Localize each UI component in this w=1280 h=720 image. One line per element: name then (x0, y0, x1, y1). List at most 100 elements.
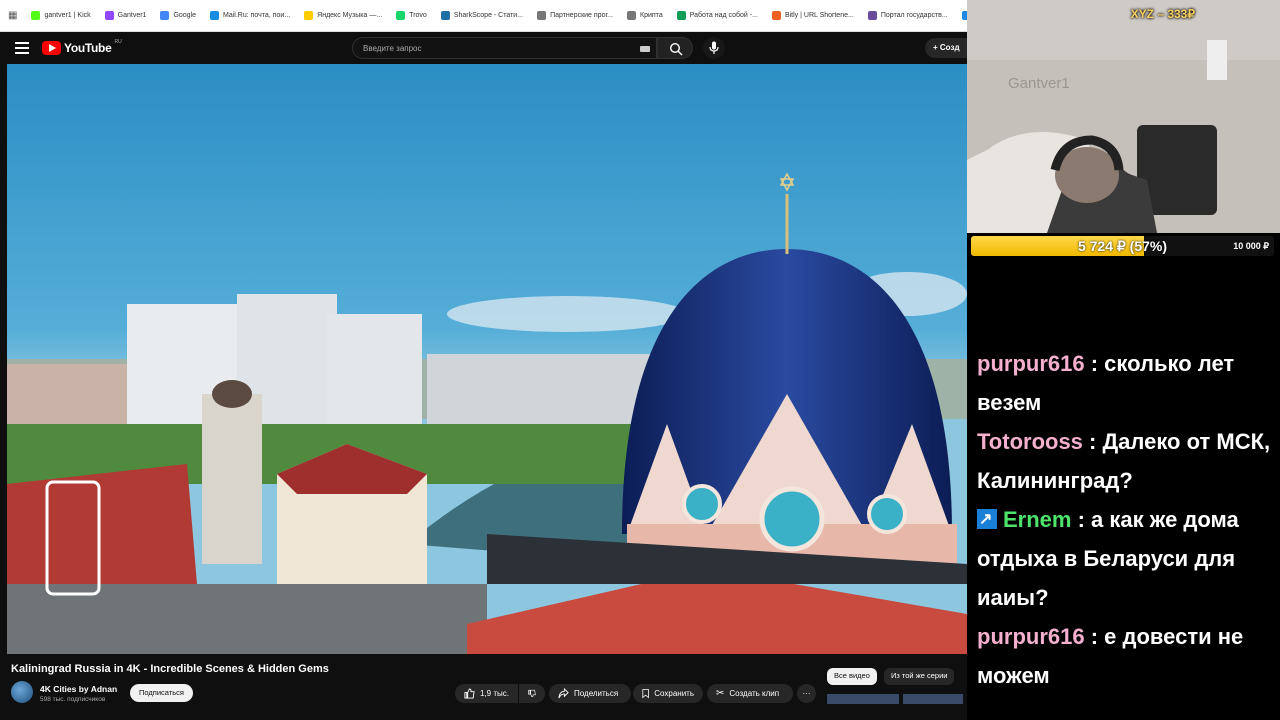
bookmark-label: Крипта (640, 12, 663, 19)
bookmark-item[interactable]: Bitly | URL Shortene... (771, 11, 854, 20)
channel-name[interactable]: 4K Cities by Adnan (40, 684, 117, 694)
bookmark-item[interactable]: Яндекс Музыка —... (304, 11, 382, 20)
more-actions-icon[interactable]: ··· (797, 684, 816, 703)
hamburger-menu-icon[interactable] (15, 42, 29, 54)
clip-label: Создать клип (729, 689, 780, 698)
bookmark-favicon-icon (304, 11, 314, 20)
video-player[interactable] (7, 64, 967, 654)
chip-same-series[interactable]: Из той же серии (884, 668, 955, 685)
webcam-scene (967, 0, 1280, 233)
bookmark-favicon-icon (104, 11, 114, 20)
voice-search-button[interactable] (703, 37, 725, 59)
youtube-logo-text: YouTube (64, 41, 112, 55)
donation-goal-current: 5 724 ₽ (57%) (1077, 238, 1168, 254)
microphone-icon (709, 41, 719, 54)
chat-message: purpur616 : е довести не можем (977, 617, 1280, 695)
chat-separator: : (1082, 429, 1103, 454)
chip-all-videos[interactable]: Все видео (827, 668, 877, 685)
bookmark-label: Яндекс Музыка —... (317, 12, 383, 19)
bookmark-favicon-icon (771, 11, 781, 20)
chat-separator: : (1071, 507, 1092, 532)
thumbs-down-icon (528, 689, 536, 698)
bookmark-favicon-icon (627, 11, 637, 20)
bookmark-item[interactable]: Крипта (627, 11, 663, 20)
bookmark-item[interactable]: Партнерские прог... (537, 11, 613, 20)
create-button[interactable]: + Созд (925, 38, 967, 58)
bookmark-label: Партнерские прог... (550, 12, 614, 19)
stream-overlay: Gantver1 XYZ – 333₽ 5 724 ₽ (57%) 10 000… (967, 0, 1280, 720)
bookmark-favicon-icon (867, 11, 877, 20)
bookmark-item[interactable]: Портал государств... (867, 11, 948, 20)
recommended-thumbnail[interactable] (827, 694, 899, 704)
bookmark-favicon-icon (440, 11, 450, 20)
search-icon (669, 42, 683, 56)
subscriber-count: 598 тыс. подписчиков (40, 696, 106, 703)
bookmark-label: Работа над собой -... (689, 12, 758, 19)
bookmark-icon (642, 689, 649, 699)
bookmark-favicon-icon (676, 11, 686, 20)
chat-message: Totorooss : Далеко от МСК, Калининград? (977, 422, 1280, 500)
youtube-header: YouTube RU Введите запрос + Созд (0, 32, 967, 64)
share-label: Поделиться (574, 689, 619, 698)
video-frame-kaliningrad (7, 64, 967, 654)
bookmark-item[interactable]: SharkScope - Стати... (440, 11, 524, 20)
bookmark-label: Google (173, 12, 197, 19)
bookmark-item[interactable]: Mail.Ru: почта, пои... (210, 11, 290, 20)
browser-window: ▦ gantver1 | Kick Gantver1 Google Mail.Ru: … (0, 0, 967, 720)
bookmark-favicon-icon (210, 11, 220, 20)
share-button[interactable]: Поделиться (549, 684, 631, 703)
search-input[interactable]: Введите запрос (352, 37, 657, 59)
youtube-play-icon (42, 41, 61, 55)
chat-separator: : (1084, 624, 1105, 649)
keyboard-icon[interactable] (640, 46, 650, 52)
chat-nickname: purpur616 (977, 351, 1085, 376)
donation-goal-target: 10 000 ₽ (1233, 241, 1269, 251)
video-title: Kaliningrad Russia in 4K - Incredible Sc… (11, 663, 329, 675)
like-button[interactable]: 1,9 тыс. (455, 684, 518, 703)
chat-separator: : (1084, 351, 1105, 376)
clip-button[interactable]: ✂ Создать клип (707, 684, 793, 703)
bookmark-label: Портал государств... (880, 12, 948, 19)
chat-nickname: Totorooss (977, 429, 1083, 454)
chat-message: Ernem : а как же дома отдыха в Беларуси … (977, 500, 1280, 617)
bookmark-label: Trovo (409, 12, 427, 19)
bookmark-item[interactable]: Работа над собой -... (676, 11, 758, 20)
bookmark-item[interactable]: Gantver1 (104, 11, 147, 20)
bookmark-label: Mail.Ru: почта, пои... (223, 12, 291, 19)
donation-goal-bar: 5 724 ₽ (57%) 10 000 ₽ (971, 236, 1274, 256)
scissors-icon: ✂ (716, 688, 725, 699)
create-label: Созд (939, 43, 960, 52)
video-meta: Kaliningrad Russia in 4K - Incredible Sc… (0, 654, 967, 720)
thumbs-up-icon (464, 688, 475, 699)
bookmark-label: SharkScope - Стати... (453, 12, 524, 19)
plus-icon: + (933, 43, 940, 52)
bookmark-item[interactable]: Google (160, 11, 196, 20)
channel-avatar[interactable] (11, 681, 33, 703)
recommended-thumbnail[interactable] (903, 694, 963, 704)
save-button[interactable]: Сохранить (633, 684, 703, 703)
chat-message: purpur616 : сколько лет везем (977, 344, 1280, 422)
save-label: Сохранить (654, 689, 694, 698)
chat-badge-icon (977, 500, 997, 539)
dislike-button[interactable] (519, 684, 545, 703)
webcam-wall-text: Gantver1 (1008, 75, 1070, 92)
subscribe-button[interactable]: Подписаться (130, 684, 193, 702)
bookmark-label: Bitly | URL Shortene... (784, 12, 854, 19)
bookmark-item[interactable]: Trovo (396, 11, 427, 20)
bookmark-label: Gantver1 (117, 12, 147, 19)
apps-grid-icon[interactable]: ▦ (8, 10, 17, 21)
bookmark-item[interactable]: gantver1 | Kick (31, 11, 91, 20)
bookmark-label: gantver1 | Kick (44, 12, 91, 19)
bookmark-favicon-icon (537, 11, 547, 20)
bookmark-favicon-icon (31, 11, 41, 20)
like-count: 1,9 тыс. (480, 689, 509, 698)
webcam-feed: Gantver1 XYZ – 333₽ (967, 0, 1280, 233)
latest-donation: XYZ – 333₽ (1130, 7, 1195, 21)
youtube-logo[interactable]: YouTube RU (42, 39, 122, 55)
chat-overlay: purpur616 : сколько лет везем Totorooss :… (977, 344, 1280, 695)
youtube-region-label: RU (114, 39, 122, 45)
chat-nickname: purpur616 (977, 624, 1085, 649)
share-icon (558, 688, 569, 699)
search-button[interactable] (657, 37, 693, 59)
bookmarks-bar: ▦ gantver1 | Kick Gantver1 Google Mail.Ru: … (0, 0, 967, 32)
